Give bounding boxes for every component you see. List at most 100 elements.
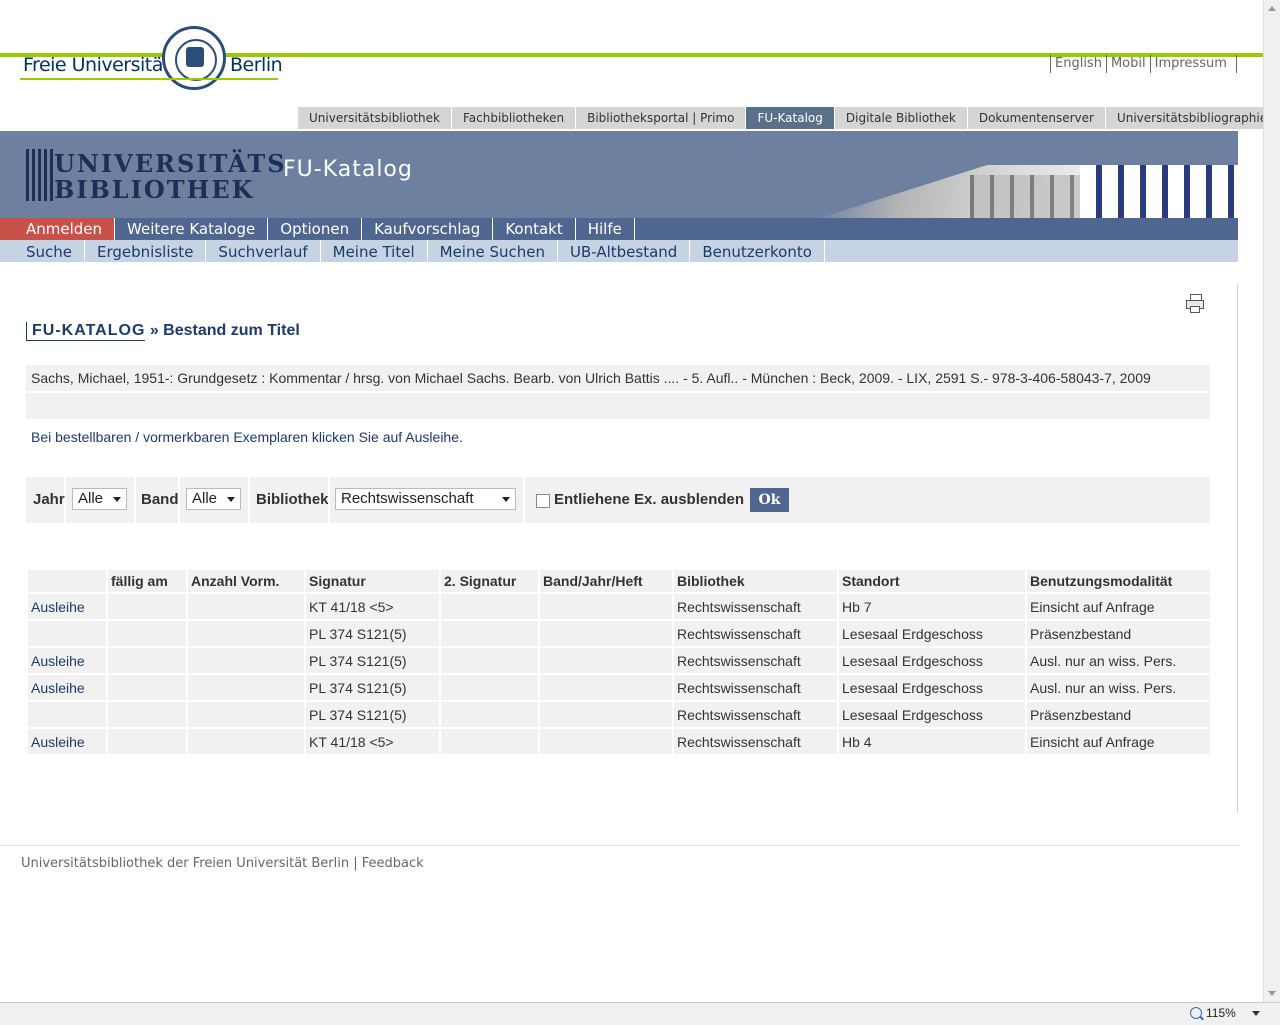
cell-standort: Lesesaal Erdgeschoss: [839, 621, 1025, 646]
footer-org: Universitätsbibliothek der Freien Univer…: [21, 856, 350, 871]
band-select-value: Alle: [192, 490, 218, 507]
nav-kontakt[interactable]: Kontakt: [493, 218, 576, 240]
content-divider: [1237, 285, 1238, 813]
subnav-meine-titel[interactable]: Meine Titel: [321, 240, 428, 262]
portal-tab-fu-katalog[interactable]: FU-Katalog: [745, 107, 834, 129]
col-header-signatur: Signatur: [306, 570, 439, 592]
subnav-ub-altbestand[interactable]: UB-Altbestand: [558, 240, 691, 262]
link-mobil[interactable]: Mobil: [1105, 55, 1150, 73]
ausleihe-link[interactable]: Ausleihe: [31, 599, 85, 615]
link-english[interactable]: English: [1050, 55, 1106, 73]
portal-tab-primo[interactable]: Bibliotheksportal | Primo: [575, 107, 745, 129]
col-header-bibliothek: Bibliothek: [674, 570, 837, 592]
cell-modalitaet: Präsenzbestand: [1027, 702, 1210, 727]
portal-nav: Universitätsbibliothek Fachbibliotheken …: [298, 107, 1279, 129]
portal-tab-fachbibliotheken[interactable]: Fachbibliotheken: [450, 107, 575, 129]
cell-standort: Lesesaal Erdgeschoss: [839, 702, 1025, 727]
cell-modalitaet: Einsicht auf Anfrage: [1027, 594, 1210, 619]
ausleihe-link[interactable]: Ausleihe: [31, 653, 85, 669]
nav-weitere-kataloge[interactable]: Weitere Kataloge: [115, 218, 269, 240]
footer-separator: |: [349, 856, 362, 871]
portal-tab-digitale-bibliothek[interactable]: Digitale Bibliothek: [833, 107, 967, 129]
info-text: Bei bestellbaren / vormerkbaren Exemplar…: [31, 429, 463, 445]
cell-action: Ausleihe: [28, 675, 106, 700]
cell-anzahl: [188, 594, 304, 619]
library-select[interactable]: Rechtswissenschaft: [335, 488, 516, 510]
ausleihe-link[interactable]: Ausleihe: [31, 734, 85, 750]
col-header-action: [28, 570, 106, 592]
main-nav: Anmelden Weitere Kataloge Optionen Kaufv…: [0, 218, 1238, 240]
cell-standort: Hb 7: [839, 594, 1025, 619]
band-select[interactable]: Alle: [186, 488, 241, 510]
cell-faellig: [108, 675, 186, 700]
nav-hilfe[interactable]: Hilfe: [576, 218, 635, 240]
cell-anzahl: [188, 702, 304, 727]
ausleihe-link[interactable]: Ausleihe: [31, 680, 85, 696]
record-citation: Sachs, Michael, 1951-: Grundgesetz : Kom…: [31, 370, 1151, 386]
cell-band: [540, 594, 672, 619]
scroll-down-icon[interactable]: [1268, 991, 1276, 996]
col-header-faellig: fällig am: [108, 570, 186, 592]
zoom-control[interactable]: 115%: [1190, 1006, 1260, 1020]
table-row: Ausleihe KT 41/18 <5> Rechtswissenschaft…: [28, 594, 1210, 619]
cell-bibliothek: Rechtswissenschaft: [674, 594, 837, 619]
catalog-banner: Universitäts Bibliothek FU-Katalog: [0, 131, 1238, 218]
nav-optionen[interactable]: Optionen: [268, 218, 363, 240]
holdings-table: fällig am Anzahl Vorm. Signatur 2. Signa…: [26, 568, 1212, 756]
record-citation-box: Sachs, Michael, 1951-: Grundgesetz : Kom…: [26, 365, 1210, 391]
cell-standort: Lesesaal Erdgeschoss: [839, 675, 1025, 700]
cell-signatur: KT 41/18 <5>: [306, 594, 439, 619]
cell-faellig: [108, 594, 186, 619]
cell-modalitaet: Einsicht auf Anfrage: [1027, 729, 1210, 754]
subnav-ergebnisliste[interactable]: Ergebnisliste: [85, 240, 207, 262]
ok-button[interactable]: Ok: [750, 488, 789, 512]
filter-cell-band-select: Alle: [180, 477, 250, 523]
year-label: Jahr: [33, 491, 65, 508]
col-header-standort: Standort: [839, 570, 1025, 592]
subnav-suche[interactable]: Suche: [0, 240, 86, 262]
banner-building-image: [820, 165, 1238, 218]
link-impressum[interactable]: Impressum: [1149, 55, 1237, 73]
filter-cell-jahr: Jahr: [26, 477, 66, 523]
portal-tab-universitaetsbibliothek[interactable]: Universitätsbibliothek: [298, 107, 451, 129]
feedback-link[interactable]: Feedback: [362, 856, 424, 871]
print-icon[interactable]: [1186, 294, 1204, 313]
filter-cell-bibliothek-select: Rechtswissenschaft: [330, 477, 525, 523]
footer-divider: [0, 845, 1240, 846]
footer: Universitätsbibliothek der Freien Univer…: [21, 856, 424, 871]
cell-standort: Hb 4: [839, 729, 1025, 754]
portal-tab-universitaetsbibliographie[interactable]: Universitätsbibliographie: [1104, 107, 1278, 129]
fu-berlin-logo[interactable]: Freie Universität Berlin: [20, 26, 283, 102]
hide-borrowed-checkbox[interactable]: [536, 494, 550, 508]
top-links: English Mobil Impressum: [1050, 55, 1237, 73]
breadcrumb-fu-katalog[interactable]: FU-KATALOG: [26, 322, 146, 341]
table-row: Ausleihe PL 374 S121(5) Rechtswissenscha…: [28, 648, 1210, 673]
cell-bibliothek: Rechtswissenschaft: [674, 675, 837, 700]
cell-anzahl: [188, 621, 304, 646]
cell-2-signatur: [441, 648, 538, 673]
cell-band: [540, 702, 672, 727]
page-title-suffix: » Bestand zum Titel: [145, 322, 300, 339]
year-select-value: Alle: [78, 490, 104, 507]
subnav-benutzerkonto[interactable]: Benutzerkonto: [690, 240, 825, 262]
cell-2-signatur: [441, 729, 538, 754]
record-citation-spacer: [26, 393, 1210, 419]
cell-faellig: [108, 621, 186, 646]
year-select[interactable]: Alle: [72, 488, 127, 510]
cell-bibliothek: Rechtswissenschaft: [674, 621, 837, 646]
magnifier-icon: [1190, 1007, 1202, 1019]
col-header-2-signatur: 2. Signatur: [441, 570, 538, 592]
subnav-suchverlauf[interactable]: Suchverlauf: [206, 240, 321, 262]
portal-tab-dokumentenserver[interactable]: Dokumentenserver: [966, 107, 1105, 129]
cell-modalitaet: Ausl. nur an wiss. Pers.: [1027, 648, 1210, 673]
chevron-down-icon: [113, 497, 121, 502]
cell-2-signatur: [441, 621, 538, 646]
table-header-row: fällig am Anzahl Vorm. Signatur 2. Signa…: [28, 570, 1210, 592]
table-row: PL 374 S121(5) Rechtswissenschaft Lesesa…: [28, 702, 1210, 727]
nav-anmelden[interactable]: Anmelden: [0, 218, 116, 240]
vertical-scrollbar[interactable]: [1263, 0, 1280, 1002]
cell-signatur: PL 374 S121(5): [306, 621, 439, 646]
scroll-up-icon[interactable]: [1268, 6, 1276, 11]
subnav-meine-suchen[interactable]: Meine Suchen: [428, 240, 558, 262]
nav-kaufvorschlag[interactable]: Kaufvorschlag: [362, 218, 494, 240]
